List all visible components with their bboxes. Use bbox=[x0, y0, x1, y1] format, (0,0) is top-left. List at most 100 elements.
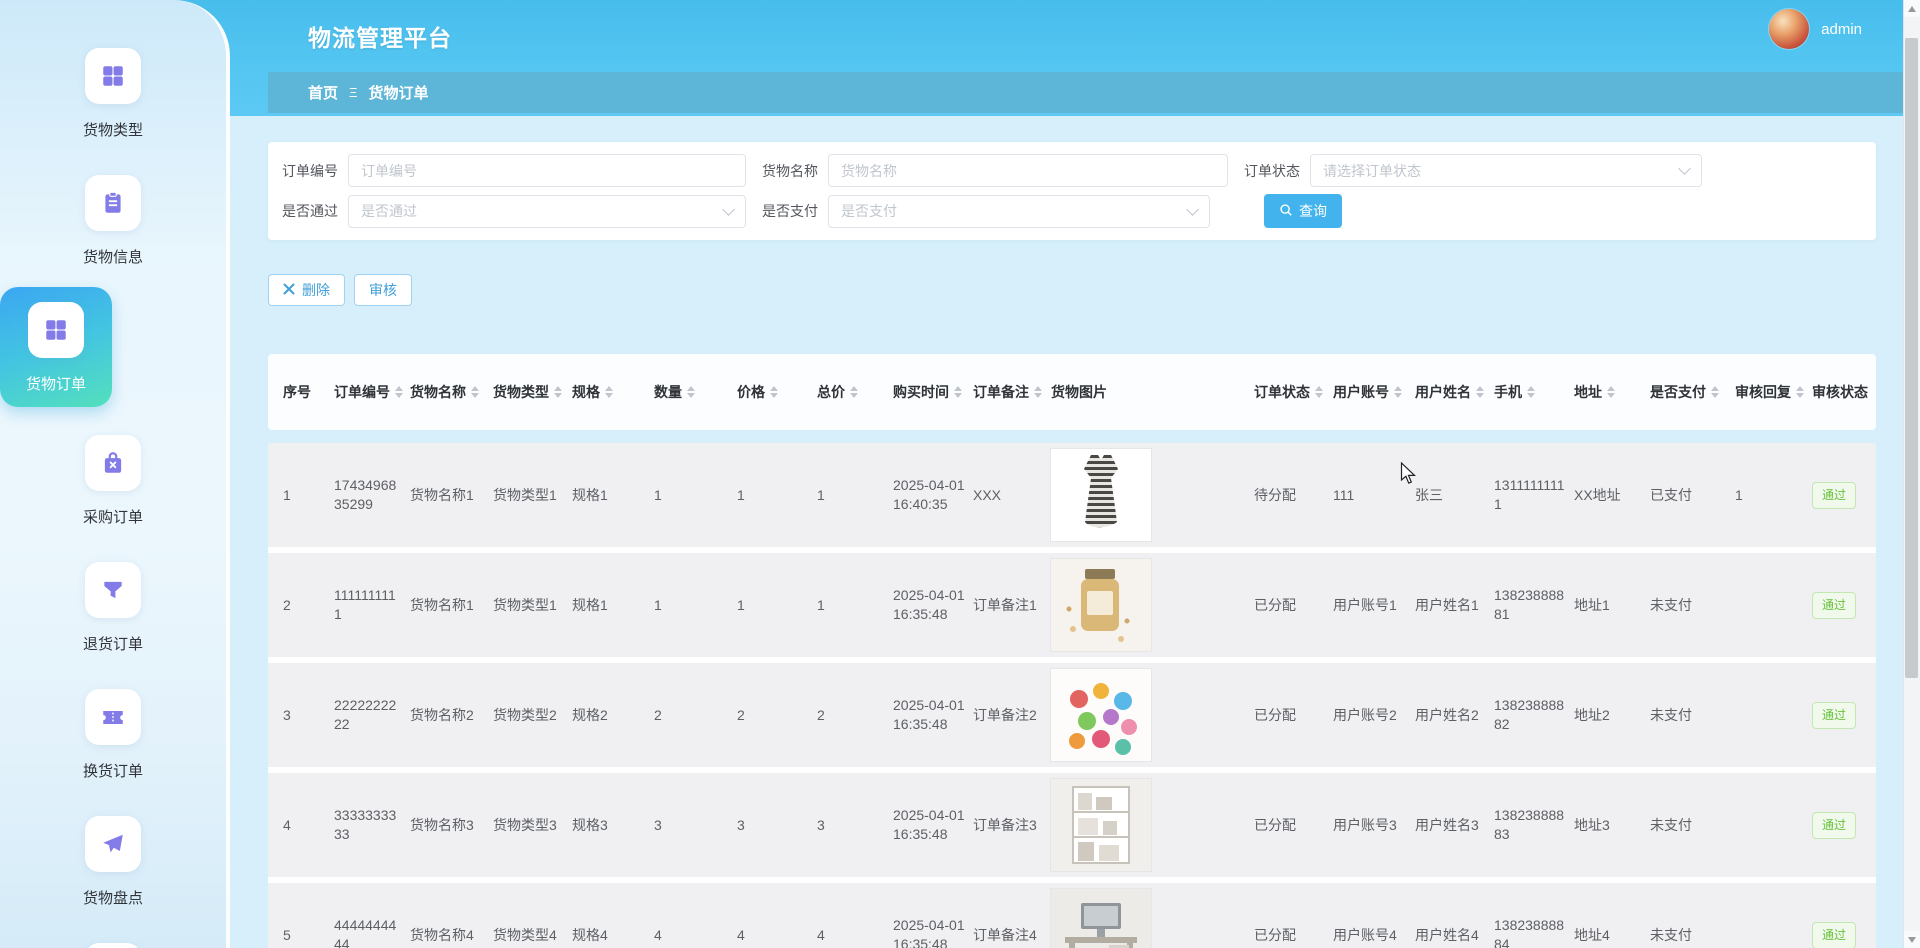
cell-address: 地址3 bbox=[1574, 816, 1650, 835]
sort-carets-icon[interactable] bbox=[605, 386, 613, 398]
cell-account: 用户账号2 bbox=[1333, 706, 1415, 725]
sort-carets-icon[interactable] bbox=[687, 386, 695, 398]
sort-carets-icon[interactable] bbox=[554, 386, 562, 398]
bag-x-icon bbox=[85, 435, 141, 491]
sidebar-item-cargo-info[interactable]: 货物信息 bbox=[0, 175, 226, 267]
breadcrumb-home[interactable]: 首页 bbox=[308, 82, 338, 103]
avatar[interactable] bbox=[1769, 9, 1809, 49]
column-header-order_no[interactable]: 订单编号 bbox=[334, 382, 410, 402]
cell-total: 4 bbox=[817, 926, 893, 945]
sort-carets-icon[interactable] bbox=[395, 386, 403, 398]
cell-paid: 已支付 bbox=[1650, 486, 1735, 505]
scrollbar-thumb[interactable] bbox=[1905, 38, 1918, 678]
cell-goods_type: 货物类型1 bbox=[493, 486, 572, 505]
sort-carets-icon[interactable] bbox=[1315, 386, 1323, 398]
sort-carets-icon[interactable] bbox=[1711, 386, 1719, 398]
cell-image bbox=[1051, 779, 1254, 871]
column-header-reply[interactable]: 审核回复 bbox=[1735, 382, 1812, 402]
column-header-phone[interactable]: 手机 bbox=[1494, 382, 1574, 402]
pass-select[interactable]: 是否通过 bbox=[348, 195, 746, 228]
cell-goods_name: 货物名称2 bbox=[410, 706, 493, 725]
table-row[interactable]: 21111111111货物名称1货物类型1规格11112025-04-01 16… bbox=[268, 553, 1876, 663]
cell-spec: 规格4 bbox=[572, 926, 654, 945]
cell-phone: 13823888881 bbox=[1494, 586, 1574, 624]
column-header-paid[interactable]: 是否支付 bbox=[1650, 382, 1735, 402]
order-no-input[interactable] bbox=[348, 154, 746, 187]
cell-price: 4 bbox=[737, 926, 817, 945]
cell-status: 已分配 bbox=[1254, 706, 1333, 725]
scroll-up-icon[interactable] bbox=[1904, 0, 1920, 17]
vertical-scrollbar[interactable] bbox=[1903, 0, 1920, 948]
cell-spec: 规格3 bbox=[572, 816, 654, 835]
column-header-spec[interactable]: 规格 bbox=[572, 382, 654, 402]
column-header-account[interactable]: 用户账号 bbox=[1333, 382, 1415, 402]
sort-carets-icon[interactable] bbox=[770, 386, 778, 398]
audit-button[interactable]: 审核 bbox=[354, 274, 412, 306]
sort-carets-icon[interactable] bbox=[850, 386, 858, 398]
cell-audit: 通过 bbox=[1812, 812, 1876, 839]
delete-button[interactable]: 删除 bbox=[268, 274, 345, 306]
scroll-down-icon[interactable] bbox=[1904, 931, 1920, 948]
shelf-photo bbox=[1051, 779, 1151, 871]
cell-account: 用户账号4 bbox=[1333, 926, 1415, 945]
sort-carets-icon[interactable] bbox=[1476, 386, 1484, 398]
cell-goods_name: 货物名称1 bbox=[410, 486, 493, 505]
table-row[interactable]: 43333333333货物名称3货物类型3规格33332025-04-01 16… bbox=[268, 773, 1876, 883]
cell-buy_time: 2025-04-01 16:35:48 bbox=[893, 696, 973, 734]
cell-status: 已分配 bbox=[1254, 596, 1333, 615]
column-header-qty[interactable]: 数量 bbox=[654, 382, 737, 402]
chevron-down-icon bbox=[722, 203, 735, 216]
sort-carets-icon[interactable] bbox=[1394, 386, 1402, 398]
cell-goods_name: 货物名称3 bbox=[410, 816, 493, 835]
column-header-price[interactable]: 价格 bbox=[737, 382, 817, 402]
sidebar-item-return-order[interactable]: 退货订单 bbox=[0, 562, 226, 654]
paid-select[interactable]: 是否支付 bbox=[828, 195, 1210, 228]
sidebar-item-partial-item[interactable] bbox=[0, 943, 226, 948]
sidebar-item-exchange-order[interactable]: 换货订单 bbox=[0, 689, 226, 781]
column-header-status[interactable]: 订单状态 bbox=[1254, 382, 1333, 402]
cell-goods_type: 货物类型3 bbox=[493, 816, 572, 835]
sidebar-item-cargo-inventory[interactable]: 货物盘点 bbox=[0, 816, 226, 908]
column-header-total[interactable]: 总价 bbox=[817, 382, 893, 402]
cell-order_no: 2222222222 bbox=[334, 696, 410, 734]
sort-carets-icon[interactable] bbox=[1607, 386, 1615, 398]
cell-price: 3 bbox=[737, 816, 817, 835]
cell-order_no: 4444444444 bbox=[334, 916, 410, 948]
sidebar-item-purchase-order[interactable]: 采购订单 bbox=[0, 435, 226, 527]
cell-qty: 3 bbox=[654, 816, 737, 835]
column-header-remark[interactable]: 订单备注 bbox=[973, 382, 1051, 402]
sort-carets-icon[interactable] bbox=[471, 386, 479, 398]
table-row[interactable]: 11743496835299货物名称1货物类型1规格11112025-04-01… bbox=[268, 443, 1876, 553]
cell-account: 用户账号3 bbox=[1333, 816, 1415, 835]
order-status-select[interactable]: 请选择订单状态 bbox=[1310, 154, 1702, 187]
column-header-goods_type[interactable]: 货物类型 bbox=[493, 382, 572, 402]
cell-paid: 未支付 bbox=[1650, 816, 1735, 835]
audit-status-badge: 通过 bbox=[1812, 812, 1856, 839]
ticket-icon bbox=[85, 689, 141, 745]
search-button[interactable]: 查询 bbox=[1264, 194, 1342, 228]
grid-icon bbox=[28, 302, 84, 358]
sidebar-item-cargo-order[interactable]: 货物订单 bbox=[0, 287, 112, 407]
cell-user_name: 用户姓名3 bbox=[1415, 816, 1494, 835]
user-menu[interactable]: admin bbox=[1769, 9, 1862, 49]
cell-phone: 13823888883 bbox=[1494, 806, 1574, 844]
cell-status: 已分配 bbox=[1254, 816, 1333, 835]
cell-total: 1 bbox=[817, 596, 893, 615]
column-header-goods_name[interactable]: 货物名称 bbox=[410, 382, 493, 402]
table-row[interactable]: 32222222222货物名称2货物类型2规格22222025-04-01 16… bbox=[268, 663, 1876, 773]
cell-total: 2 bbox=[817, 706, 893, 725]
sidebar-item-cargo-type[interactable]: 货物类型 bbox=[0, 48, 226, 140]
sort-carets-icon[interactable] bbox=[1034, 386, 1042, 398]
cell-index: 5 bbox=[283, 926, 334, 945]
cell-remark: 订单备注2 bbox=[973, 706, 1051, 725]
goods-name-input[interactable] bbox=[828, 154, 1228, 187]
cell-paid: 未支付 bbox=[1650, 706, 1735, 725]
column-header-buy_time[interactable]: 购买时间 bbox=[893, 382, 973, 402]
sort-carets-icon[interactable] bbox=[1796, 386, 1804, 398]
column-header-user_name[interactable]: 用户姓名 bbox=[1415, 382, 1494, 402]
table-row[interactable]: 54444444444货物名称4货物类型4规格44442025-04-01 16… bbox=[268, 883, 1876, 948]
cell-goods_type: 货物类型1 bbox=[493, 596, 572, 615]
sort-carets-icon[interactable] bbox=[1527, 386, 1535, 398]
column-header-address[interactable]: 地址 bbox=[1574, 382, 1650, 402]
sort-carets-icon[interactable] bbox=[954, 386, 962, 398]
